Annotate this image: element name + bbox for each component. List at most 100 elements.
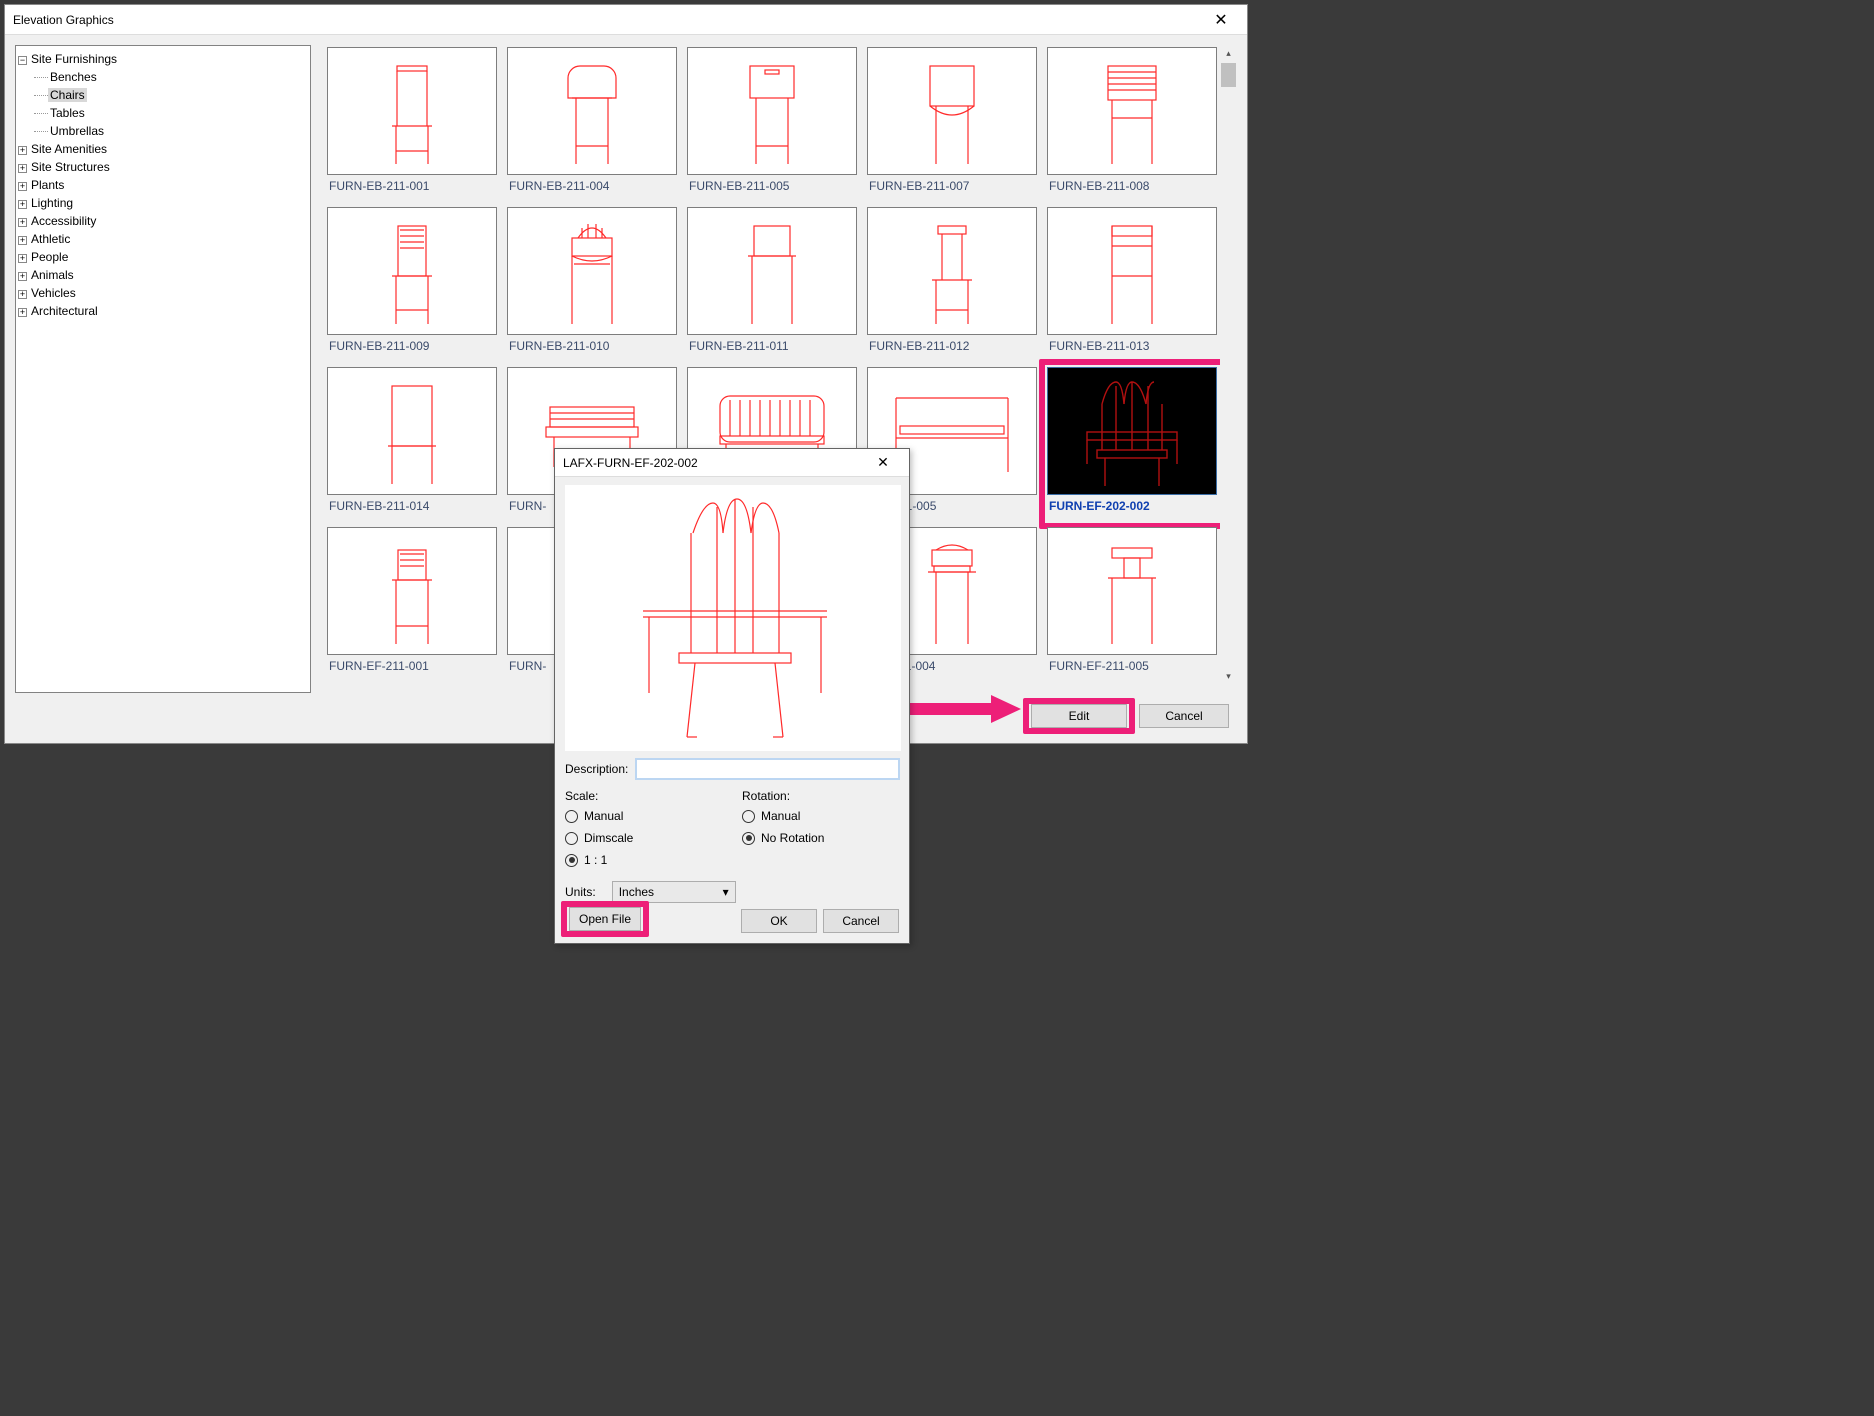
tree-branch[interactable]: +Site Structures <box>18 158 308 176</box>
sub-button-row: OK Cancel <box>741 909 899 933</box>
rotation-none-radio[interactable]: No Rotation <box>742 827 899 849</box>
rotation-label: Rotation: <box>742 789 899 803</box>
units-label: Units: <box>565 885 596 899</box>
grid-item-label: FURN-EB-211-010 <box>507 335 679 361</box>
expand-icon[interactable]: + <box>18 164 27 173</box>
expand-icon[interactable]: + <box>18 308 27 317</box>
scale-label: Scale: <box>565 789 722 803</box>
detail-properties-dialog: LAFX-FURN-EF-202-002 ✕ Description: <box>554 448 910 944</box>
cancel-button[interactable]: Cancel <box>1139 704 1229 728</box>
expand-icon[interactable]: + <box>18 182 27 191</box>
grid-item-label: FURN-EB-211-012 <box>867 335 1039 361</box>
units-dropdown[interactable]: Inches ▾ <box>612 881 736 903</box>
chevron-down-icon: ▾ <box>723 885 729 899</box>
scroll-down-icon[interactable]: ▾ <box>1220 668 1237 685</box>
tree-leaf[interactable]: Benches <box>34 68 308 86</box>
sub-body: Description: Scale: Manual Dimscale 1 : … <box>555 477 909 911</box>
scale-manual-radio[interactable]: Manual <box>565 805 722 827</box>
open-file-highlight: Open File <box>561 901 649 937</box>
window-title: Elevation Graphics <box>13 13 1203 27</box>
grid-item-label: FURN-EF-211-001 <box>327 655 499 681</box>
grid-item-label: FURN-EB-211-014 <box>327 495 499 521</box>
units-row: Units: Inches ▾ <box>565 881 899 903</box>
annotation-arrow-icon <box>905 689 1025 729</box>
tree-node-label: Athletic <box>29 232 72 246</box>
grid-item-label: FURN-EB-211-009 <box>327 335 499 361</box>
sub-ok-button[interactable]: OK <box>741 909 817 933</box>
grid-item[interactable]: FURN-EB-211-014 <box>327 367 499 521</box>
expand-icon[interactable]: + <box>18 254 27 263</box>
tree-node-label: Site Structures <box>29 160 112 174</box>
expand-icon[interactable]: + <box>18 290 27 299</box>
edit-button[interactable]: Edit <box>1031 704 1127 728</box>
tree-leaf[interactable]: Chairs <box>34 86 308 104</box>
sub-cancel-button[interactable]: Cancel <box>823 909 899 933</box>
open-file-button[interactable]: Open File <box>569 907 641 931</box>
scale-dimscale-radio[interactable]: Dimscale <box>565 827 722 849</box>
grid-item-label: FURN-EB-211-004 <box>507 175 679 201</box>
grid-item[interactable]: FURN-EB-211-008 <box>1047 47 1219 201</box>
description-label: Description: <box>565 762 628 776</box>
close-icon[interactable]: ✕ <box>865 454 901 471</box>
titlebar: Elevation Graphics ✕ <box>5 5 1247 35</box>
collapse-icon[interactable]: − <box>18 56 27 65</box>
grid-item-selected[interactable]: FURN-EF-202-002 <box>1047 367 1219 521</box>
tree-branch[interactable]: +Lighting <box>18 194 308 212</box>
radio-label: 1 : 1 <box>584 853 607 867</box>
close-icon[interactable]: ✕ <box>1203 10 1239 30</box>
sub-window-title: LAFX-FURN-EF-202-002 <box>563 456 865 470</box>
tree-leaf[interactable]: Umbrellas <box>34 122 308 140</box>
tree-branch[interactable]: +Vehicles <box>18 284 308 302</box>
tree-node-label: Animals <box>29 268 76 282</box>
grid-item[interactable]: FURN-EB-211-010 <box>507 207 679 361</box>
tree-branch[interactable]: +Architectural <box>18 302 308 320</box>
vertical-scrollbar[interactable]: ▴ ▾ <box>1220 45 1237 685</box>
description-row: Description: <box>565 759 899 779</box>
grid-item[interactable]: FURN-EB-211-012 <box>867 207 1039 361</box>
units-value: Inches <box>619 885 654 899</box>
grid-item[interactable]: FURN-EB-211-013 <box>1047 207 1219 361</box>
grid-item[interactable]: FURN-EB-211-007 <box>867 47 1039 201</box>
grid-item[interactable]: FURN-EB-211-001 <box>327 47 499 201</box>
tree-branch[interactable]: +Plants <box>18 176 308 194</box>
tree-branch[interactable]: +Accessibility <box>18 212 308 230</box>
description-input[interactable] <box>636 759 899 779</box>
rotation-manual-radio[interactable]: Manual <box>742 805 899 827</box>
tree-node-label: Chairs <box>48 88 87 102</box>
grid-item[interactable]: FURN-EB-211-009 <box>327 207 499 361</box>
grid-item[interactable]: FURN-EF-211-005 <box>1047 527 1219 681</box>
tree-branch[interactable]: +Animals <box>18 266 308 284</box>
tree-node-label: Site Amenities <box>29 142 109 156</box>
tree-branch[interactable]: +Site Amenities <box>18 140 308 158</box>
tree-node-label: Lighting <box>29 196 75 210</box>
category-tree[interactable]: −Site Furnishings Benches Chairs Tables … <box>15 45 311 693</box>
tree-node-label: Vehicles <box>29 286 78 300</box>
tree-branch[interactable]: +People <box>18 248 308 266</box>
expand-icon[interactable]: + <box>18 218 27 227</box>
tree-node-label: Benches <box>48 70 99 84</box>
expand-icon[interactable]: + <box>18 272 27 281</box>
tree-root[interactable]: −Site Furnishings <box>18 50 308 68</box>
scroll-thumb[interactable] <box>1221 63 1236 87</box>
grid-item[interactable]: FURN-EB-211-004 <box>507 47 679 201</box>
tree-node-label: Site Furnishings <box>29 52 119 66</box>
radio-label: Manual <box>584 809 623 823</box>
grid-item-label: FURN-EB-211-005 <box>687 175 859 201</box>
grid-item[interactable]: FURN-EB-211-011 <box>687 207 859 361</box>
scale-1to1-radio[interactable]: 1 : 1 <box>565 849 722 871</box>
grid-item[interactable]: FURN-EB-211-005 <box>687 47 859 201</box>
grid-item-label: FURN-EF-211-005 <box>1047 655 1219 681</box>
rotation-group: Rotation: Manual No Rotation <box>742 783 899 871</box>
radio-label: No Rotation <box>761 831 824 845</box>
scale-group: Scale: Manual Dimscale 1 : 1 <box>565 783 722 871</box>
sub-titlebar: LAFX-FURN-EF-202-002 ✕ <box>555 449 909 477</box>
scroll-up-icon[interactable]: ▴ <box>1220 45 1237 62</box>
tree-branch[interactable]: +Athletic <box>18 230 308 248</box>
tree-leaf[interactable]: Tables <box>34 104 308 122</box>
grid-item[interactable]: FURN-EF-211-001 <box>327 527 499 681</box>
expand-icon[interactable]: + <box>18 236 27 245</box>
radio-label: Dimscale <box>584 831 633 845</box>
tree-node-label: Accessibility <box>29 214 98 228</box>
expand-icon[interactable]: + <box>18 146 27 155</box>
expand-icon[interactable]: + <box>18 200 27 209</box>
